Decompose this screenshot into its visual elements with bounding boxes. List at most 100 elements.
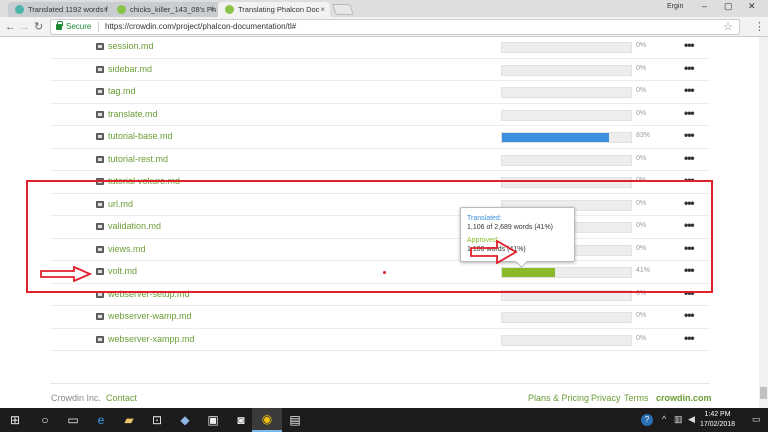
more-options-icon[interactable]: ••• — [684, 106, 695, 120]
file-row[interactable]: webserver-wamp.md 0% ••• — [50, 306, 710, 329]
tray-chevron-icon[interactable]: ^ — [662, 414, 666, 424]
tab-title: Translated 1192 words f — [28, 5, 108, 14]
page-footer: Crowdin Inc. Contact Plans & Pricing Pri… — [50, 383, 712, 408]
url-divider — [98, 22, 99, 32]
file-name-link[interactable]: tag.md — [108, 86, 136, 96]
file-name-link[interactable]: webserver-xampp.md — [108, 334, 195, 344]
progress-percent: 0% — [636, 64, 647, 72]
progress-bar[interactable] — [501, 154, 632, 166]
search-icon[interactable]: ○ — [30, 408, 60, 432]
maximize-icon[interactable]: ▢ — [724, 1, 733, 12]
progress-percent: 0% — [636, 312, 647, 319]
progress-bar[interactable] — [501, 334, 632, 346]
file-name-link[interactable]: tutorial-base.md — [108, 131, 173, 141]
file-icon — [96, 133, 104, 140]
browser-tab-1[interactable]: chicks_killer_143_08's Ph × — [110, 2, 220, 17]
forward-icon[interactable]: → — [19, 20, 30, 34]
footer-privacy-link[interactable]: Privacy — [591, 393, 621, 403]
footer-contact-link[interactable]: Contact — [106, 393, 137, 403]
file-row[interactable]: tutorial-rest.md 0% ••• — [50, 149, 710, 171]
clock-date: 17/02/2018 — [700, 421, 736, 428]
scrollbar-thumb[interactable] — [760, 387, 767, 399]
file-row[interactable]: tag.md 0% ••• — [50, 81, 710, 104]
browser-tab-0[interactable]: Translated 1192 words f × — [8, 2, 113, 17]
more-options-icon[interactable]: ••• — [684, 38, 695, 52]
browser-tab-strip: Translated 1192 words f × chicks_killer_… — [0, 0, 768, 17]
annotation-rectangle — [26, 180, 713, 293]
file-name-link[interactable]: tutorial-rest.md — [108, 154, 168, 164]
help-icon[interactable]: ? — [641, 414, 653, 426]
more-options-icon[interactable]: ••• — [684, 83, 695, 97]
bookmark-star-icon[interactable]: ☆ — [723, 20, 733, 33]
minimize-icon[interactable]: – — [702, 1, 707, 11]
more-options-icon[interactable]: ••• — [684, 61, 695, 75]
browser-toolbar: ← → ↻ Secure https://crowdin.com/project… — [0, 17, 768, 37]
file-row[interactable]: tutorial-base.md 83% ••• — [50, 126, 710, 149]
file-icon — [96, 88, 104, 95]
clock-time: 1:42 PM — [704, 411, 731, 418]
new-tab-button[interactable] — [331, 4, 355, 15]
file-icon — [96, 155, 104, 163]
more-options-icon[interactable]: ••• — [684, 308, 695, 322]
progress-percent: 83% — [636, 132, 651, 139]
annotation-dot — [383, 271, 386, 274]
system-clock[interactable]: 1:42 PM 17/02/2018 — [700, 410, 735, 430]
volume-icon[interactable]: ◀ — [688, 414, 695, 425]
file-row[interactable]: webserver-xampp.md 0% ••• — [50, 329, 710, 351]
tab-favicon-icon — [225, 5, 234, 14]
back-icon[interactable]: ← — [5, 20, 16, 34]
file-icon — [96, 110, 104, 118]
page-scrollbar[interactable] — [759, 37, 768, 408]
progress-bar[interactable] — [501, 42, 632, 53]
file-icon — [96, 43, 104, 50]
dropbox-icon[interactable]: ◆ — [170, 408, 200, 432]
file-row[interactable]: translate.md 0% ••• — [50, 104, 710, 126]
store-icon[interactable]: ⊡ — [142, 408, 172, 432]
progress-bar[interactable] — [501, 132, 632, 143]
progress-percent: 0% — [636, 42, 647, 49]
taskbar: ⊞ ○ ▭ e ▰ ⊡ ◆ ▣ ◙ ◉ ▤ ? ^ ▥ ◀ 1:42 PM 17… — [0, 408, 768, 432]
more-options-icon[interactable]: ••• — [684, 331, 695, 345]
browser-tab-2[interactable]: Translating Phalcon Doc × — [218, 2, 330, 17]
annotation-arrow-right — [470, 240, 518, 264]
file-name-link[interactable]: translate.md — [108, 109, 158, 119]
app-icon-3[interactable]: ▤ — [280, 408, 310, 432]
file-row[interactable]: sidebar.md 0% ••• — [50, 59, 710, 81]
footer-company: Crowdin Inc. — [51, 393, 102, 403]
progress-percent: 0% — [636, 109, 647, 117]
notification-icon[interactable]: ▭ — [752, 414, 761, 425]
more-options-icon[interactable]: ••• — [684, 128, 695, 142]
annotation-arrow-left — [40, 266, 92, 282]
progress-bar[interactable] — [501, 87, 632, 98]
address-bar[interactable]: Secure https://crowdin.com/project/phalc… — [50, 19, 740, 35]
progress-bar[interactable] — [501, 64, 632, 76]
tab-close-icon[interactable]: × — [210, 2, 215, 17]
file-name-link[interactable]: webserver-wamp.md — [108, 311, 192, 321]
edge-icon[interactable]: e — [86, 408, 116, 432]
task-view-icon[interactable]: ▭ — [58, 408, 88, 432]
file-name-link[interactable]: session.md — [108, 41, 154, 51]
profile-name[interactable]: Ergin — [667, 3, 683, 10]
file-explorer-icon[interactable]: ▰ — [114, 408, 144, 432]
file-icon — [96, 313, 104, 320]
tab-close-icon[interactable]: × — [103, 2, 108, 17]
window-close-icon[interactable]: ✕ — [748, 1, 756, 12]
progress-bar[interactable] — [501, 312, 632, 323]
file-name-link[interactable]: sidebar.md — [108, 64, 152, 74]
tab-title: chicks_killer_143_08's Ph — [130, 5, 217, 14]
windows-start-icon[interactable]: ⊞ — [0, 408, 30, 432]
lock-icon — [56, 21, 63, 30]
url-text[interactable]: https://crowdin.com/project/phalcon-docu… — [105, 22, 296, 31]
file-row[interactable]: session.md 0% ••• — [50, 37, 710, 59]
footer-brand-link[interactable]: crowdin.com — [656, 393, 712, 403]
chrome-icon[interactable]: ◉ — [252, 408, 282, 432]
network-icon[interactable]: ▥ — [674, 414, 683, 425]
more-options-icon[interactable]: ••• — [684, 151, 695, 165]
tab-close-icon[interactable]: × — [320, 2, 325, 17]
browser-menu-icon[interactable]: ⋮ — [754, 20, 765, 33]
progress-bar[interactable] — [501, 109, 632, 121]
app-icon-1[interactable]: ▣ — [198, 408, 228, 432]
footer-plans-link[interactable]: Plans & Pricing — [528, 393, 589, 403]
reload-icon[interactable]: ↻ — [34, 20, 43, 34]
footer-terms-link[interactable]: Terms — [624, 393, 649, 403]
